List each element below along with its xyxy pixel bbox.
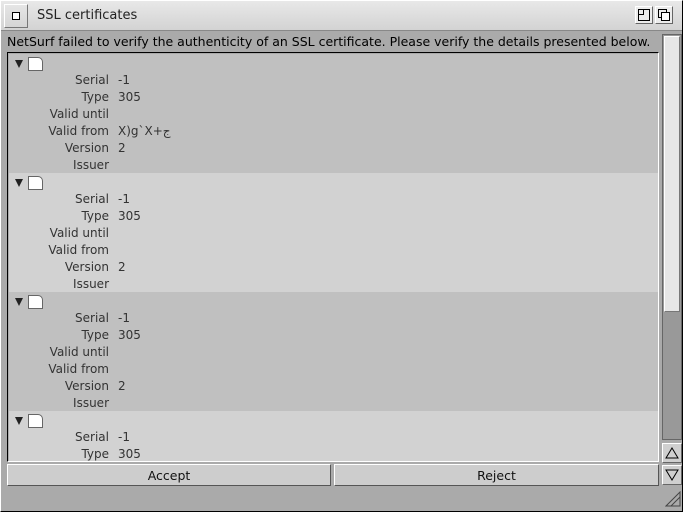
field-value: -1 [118, 311, 130, 325]
field-label: Issuer [73, 396, 109, 410]
certificate-node[interactable]: Serial -1 Type 305 Valid until Valid from Vers… [9, 292, 658, 412]
triangle-down-icon[interactable] [15, 417, 23, 425]
field-row-valid-until: Valid until [9, 344, 409, 361]
field-label: Serial [75, 311, 109, 325]
field-row-serial: Serial -1 [9, 191, 409, 208]
ssl-certificates-window: SSL certificates NetSurf failed to verif… [0, 0, 683, 512]
accept-button[interactable]: Accept [7, 464, 331, 486]
zoom-icon-inner [638, 9, 644, 15]
zoom-gadget[interactable] [635, 6, 653, 24]
field-value: X)g`X+ج [118, 124, 171, 138]
field-row-type: Type 305 [9, 446, 409, 461]
document-icon [28, 295, 43, 309]
field-value: 2 [118, 141, 126, 155]
field-label: Type [81, 209, 109, 223]
field-row-version: Version 2 [9, 378, 409, 395]
verification-message: NetSurf failed to verify the authenticit… [7, 34, 651, 49]
field-row-type: Type 305 [9, 89, 409, 106]
field-row-type: Type 305 [9, 327, 409, 344]
depth-gadget[interactable] [655, 6, 673, 24]
field-row-valid-from: Valid from X)g`X+ج [9, 123, 409, 140]
document-icon [28, 414, 43, 428]
field-label: Issuer [73, 158, 109, 172]
field-label: Issuer [73, 277, 109, 291]
field-row-version: Version 2 [9, 140, 409, 157]
field-label: Serial [75, 430, 109, 444]
resize-icon[interactable] [665, 491, 681, 507]
document-icon [28, 57, 43, 71]
close-gadget[interactable] [4, 4, 28, 28]
close-icon [12, 12, 20, 20]
field-value: -1 [118, 192, 130, 206]
field-value: 305 [118, 90, 141, 104]
arrow-up-icon [665, 447, 679, 459]
field-row-valid-from: Valid from [9, 242, 409, 259]
scroll-down-button[interactable] [662, 465, 682, 485]
field-label: Valid until [49, 226, 109, 240]
depth-icon-front [661, 12, 670, 21]
field-value: 305 [118, 447, 141, 461]
field-label: Valid from [48, 124, 109, 138]
field-row-type: Type 305 [9, 208, 409, 225]
field-label: Type [81, 328, 109, 342]
field-value: -1 [118, 430, 130, 444]
field-label: Version [64, 379, 109, 393]
certificate-node[interactable]: Serial -1 Type 305 Valid until Valid from Vers… [9, 173, 658, 293]
certificate-node[interactable]: Serial-1Type305Valid untilValid fromVers… [9, 411, 658, 461]
field-label: Valid from [48, 243, 109, 257]
field-row-serial: Serial -1 [9, 72, 409, 89]
vertical-scrollbar[interactable] [662, 34, 682, 440]
field-label: Valid until [49, 345, 109, 359]
scroll-up-button[interactable] [662, 443, 682, 463]
field-label: Type [81, 90, 109, 104]
field-label: Serial [75, 192, 109, 206]
field-row-valid-until: Valid until [9, 106, 409, 123]
field-row-issuer: Issuer [9, 276, 409, 293]
field-value: -1 [118, 73, 130, 87]
triangle-down-icon[interactable] [15, 298, 23, 306]
field-row-valid-until: Valid until [9, 225, 409, 242]
scrollbar-knob[interactable] [664, 36, 680, 312]
triangle-down-icon[interactable] [15, 60, 23, 68]
field-value: 2 [118, 379, 126, 393]
field-label: Serial [75, 73, 109, 87]
reject-button[interactable]: Reject [334, 464, 659, 486]
field-value: 305 [118, 209, 141, 223]
field-row-version: Version 2 [9, 259, 409, 276]
field-label: Valid from [48, 362, 109, 376]
certificate-node[interactable]: Serial -1 Type 305 Valid until Valid from X)g`… [9, 54, 658, 174]
field-row-serial: Serial -1 [9, 310, 409, 327]
field-label: Version [64, 260, 109, 274]
field-row-valid-from: Valid from [9, 361, 409, 378]
window-title: SSL certificates [37, 8, 138, 23]
certificate-tree-content: Serial -1 Type 305 Valid until Valid from X)g`… [9, 54, 658, 461]
arrow-down-icon [665, 469, 679, 481]
field-row-issuer: Issuer [9, 157, 409, 174]
field-label: Version [64, 141, 109, 155]
triangle-down-icon[interactable] [15, 179, 23, 187]
field-row-serial: Serial -1 [9, 429, 409, 446]
field-value: 2 [118, 260, 126, 274]
document-icon [28, 176, 43, 190]
field-label: Type [81, 447, 109, 461]
field-row-issuer: Issuer [9, 395, 409, 412]
certificate-tree[interactable]: Serial -1 Type 305 Valid until Valid from X)g`… [7, 52, 659, 462]
field-label: Valid until [49, 107, 109, 121]
field-value: 305 [118, 328, 141, 342]
title-bar[interactable]: SSL certificates [1, 1, 682, 31]
